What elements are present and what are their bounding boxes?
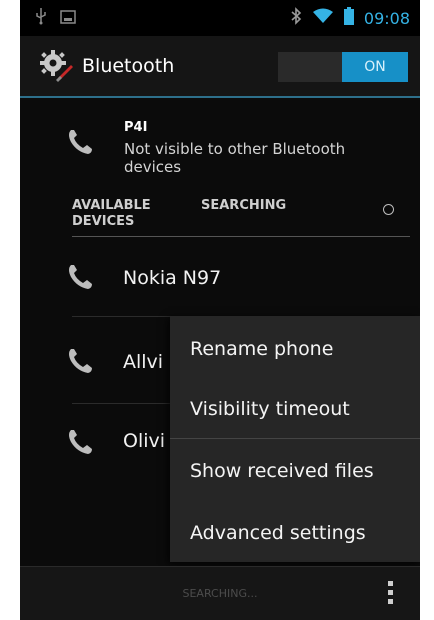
battery-icon [343,7,354,29]
menu-item-advanced-settings[interactable]: Advanced settings [190,522,366,544]
phone-icon [66,128,94,156]
phone-icon [66,263,94,291]
usb-icon [34,7,48,29]
device-name: Nokia N97 [123,267,222,289]
status-time: 09:08 [363,8,410,28]
menu-item-visibility-timeout[interactable]: Visibility timeout [190,398,350,420]
available-devices-header: AVAILABLE DEVICES [72,198,151,229]
overflow-menu-icon[interactable] [388,581,394,607]
menu-item-show-received-files[interactable]: Show received files [190,460,374,482]
overflow-menu: Rename phone Visibility timeout Show rec… [170,316,420,562]
device-name: Allvi [123,351,164,373]
bluetooth-toggle[interactable]: ON [278,52,408,82]
wifi-icon [312,8,334,28]
this-device-name[interactable]: P4I [124,120,147,135]
this-device-visibility[interactable]: Not visible to other Bluetooth devices [124,140,394,176]
toggle-on-label: ON [342,52,408,82]
searching-spinner-icon [383,204,394,215]
device-row[interactable]: Nokia N97 [20,237,420,316]
phone-screen: 09:08 Bluetooth ON P4I Not visible to ot… [20,0,420,620]
searching-header: SEARCHING [201,198,287,213]
menu-divider [170,438,420,439]
bottom-bar: SEARCHING... [20,566,420,620]
settings-gear-icon[interactable] [38,48,74,84]
menu-item-rename-phone[interactable]: Rename phone [190,338,333,360]
screenshot-icon [60,9,76,28]
status-bar: 09:08 [20,0,420,36]
phone-icon [66,428,94,456]
bluetooth-icon [290,7,302,29]
device-name: Olivi [123,430,166,452]
searching-status: SEARCHING... [182,587,258,600]
action-bar: Bluetooth ON [20,36,420,98]
page-title: Bluetooth [82,55,175,77]
phone-icon [66,347,94,375]
